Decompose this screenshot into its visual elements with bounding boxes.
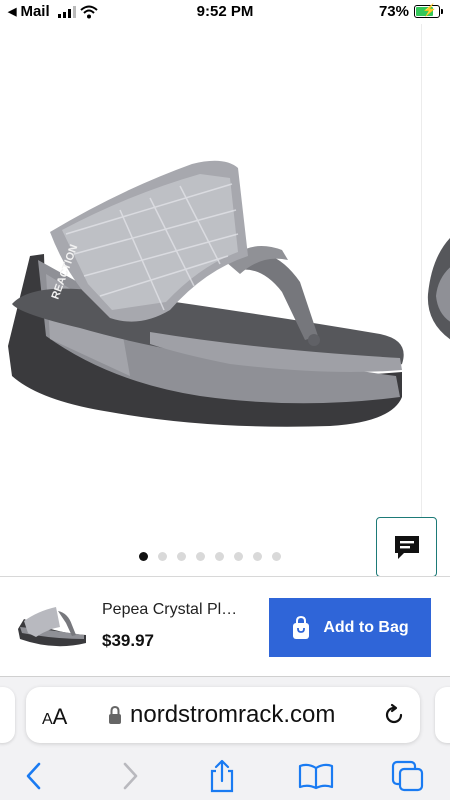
forward-icon	[123, 762, 138, 790]
pagination-dot[interactable]	[177, 552, 186, 561]
pagination-dot[interactable]	[234, 552, 243, 561]
back-button[interactable]	[16, 759, 52, 793]
shopping-bag-icon	[293, 615, 310, 639]
next-tab-peek[interactable]	[435, 687, 450, 743]
browser-toolbar	[0, 755, 450, 795]
reload-icon[interactable]	[382, 703, 406, 727]
add-to-bag-button[interactable]: Add to Bag	[269, 598, 431, 657]
address-bar[interactable]: AA nordstromrack.com	[26, 687, 420, 743]
pagination-dot[interactable]	[272, 552, 281, 561]
tabs-button[interactable]	[390, 759, 426, 793]
product-image-gallery[interactable]: REACTION	[0, 24, 450, 576]
product-thumbnail[interactable]	[14, 599, 90, 655]
forward-button[interactable]	[112, 759, 148, 793]
pagination-dot[interactable]	[215, 552, 224, 561]
lock-icon	[109, 705, 121, 724]
pagination-dot[interactable]	[196, 552, 205, 561]
back-icon	[26, 762, 41, 790]
product-image[interactable]: REACTION	[0, 114, 421, 444]
pagination-dot[interactable]	[158, 552, 167, 561]
next-image-peek[interactable]	[424, 224, 450, 344]
status-bar: ◀ Mail 9:52 PM 73% ⚡	[0, 0, 450, 24]
previous-tab-peek[interactable]	[0, 687, 15, 743]
browser-chrome: AA nordstromrack.com	[0, 676, 450, 800]
bookmarks-icon	[298, 763, 334, 790]
text-size-button[interactable]: AA	[42, 704, 67, 730]
gallery-divider	[421, 24, 422, 548]
share-icon	[210, 759, 234, 793]
pagination-dot[interactable]	[139, 552, 148, 561]
chat-button[interactable]	[376, 517, 437, 576]
battery-charging-icon: ⚡	[414, 3, 443, 18]
tabs-icon	[391, 760, 424, 792]
add-to-bag-label: Add to Bag	[323, 618, 409, 636]
share-button[interactable]	[204, 759, 240, 793]
battery-percentage: 73%	[378, 3, 409, 20]
chat-bubble-icon	[394, 536, 419, 559]
pagination-dot[interactable]	[253, 552, 262, 561]
product-price: $39.97	[102, 631, 154, 650]
product-name[interactable]: Pepea Crystal Pl…	[102, 601, 252, 619]
url-text[interactable]: nordstromrack.com	[130, 701, 335, 729]
bookmarks-button[interactable]	[298, 759, 334, 793]
gallery-pagination	[0, 552, 420, 561]
sticky-product-bar: Pepea Crystal Pl… $39.97 Add to Bag	[0, 576, 450, 676]
